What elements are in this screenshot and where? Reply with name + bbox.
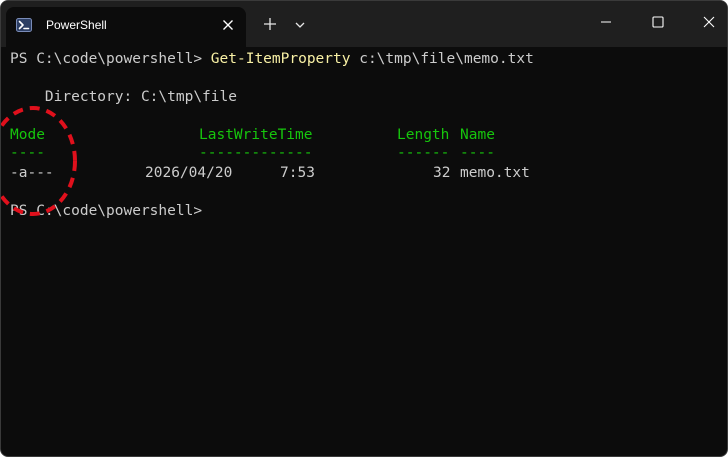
header-mode: Mode [10,127,45,143]
underline-lastwritetime: ------------- [199,145,313,161]
header-lastwritetime: LastWriteTime [199,127,313,143]
underline-name: ---- [460,145,495,161]
prompt-line: PS C:\code\powershell> Get-ItemProperty … [10,50,534,69]
tab-title: PowerShell [46,18,107,32]
plus-icon[interactable] [261,15,279,33]
underline-mode: ---- [10,145,45,161]
underline-length: ------ [397,145,450,161]
title-bar[interactable]: PowerShell [1,1,727,47]
terminal-output[interactable]: PS C:\code\powershell> Get-ItemProperty … [1,47,727,456]
close-icon[interactable] [694,9,724,35]
prompt: PS C:\code\powershell> [10,51,211,67]
directory-line: Directory: C:\tmp\file [10,89,237,105]
minimize-icon[interactable] [591,9,621,35]
row-length: 32 [433,165,451,181]
powershell-icon [16,17,32,33]
command-argument: c:\tmp\file\memo.txt [350,51,534,67]
close-icon[interactable] [220,17,236,33]
maximize-icon[interactable] [643,9,673,35]
header-length: Length [397,127,450,143]
header-name: Name [460,127,495,143]
terminal-window: PowerShell PS C:\code\powershell> Get-It… [0,0,728,457]
row-date: 2026/04/20 [145,165,233,181]
tab-powershell[interactable]: PowerShell [6,7,246,47]
row-name: memo.txt [460,165,530,181]
prompt-line: PS C:\code\powershell> [10,203,203,219]
command: Get-ItemProperty [210,51,351,67]
row-time: 7:53 [280,165,315,181]
chevron-down-icon[interactable] [293,17,307,31]
row-mode: -a--- [10,165,54,181]
